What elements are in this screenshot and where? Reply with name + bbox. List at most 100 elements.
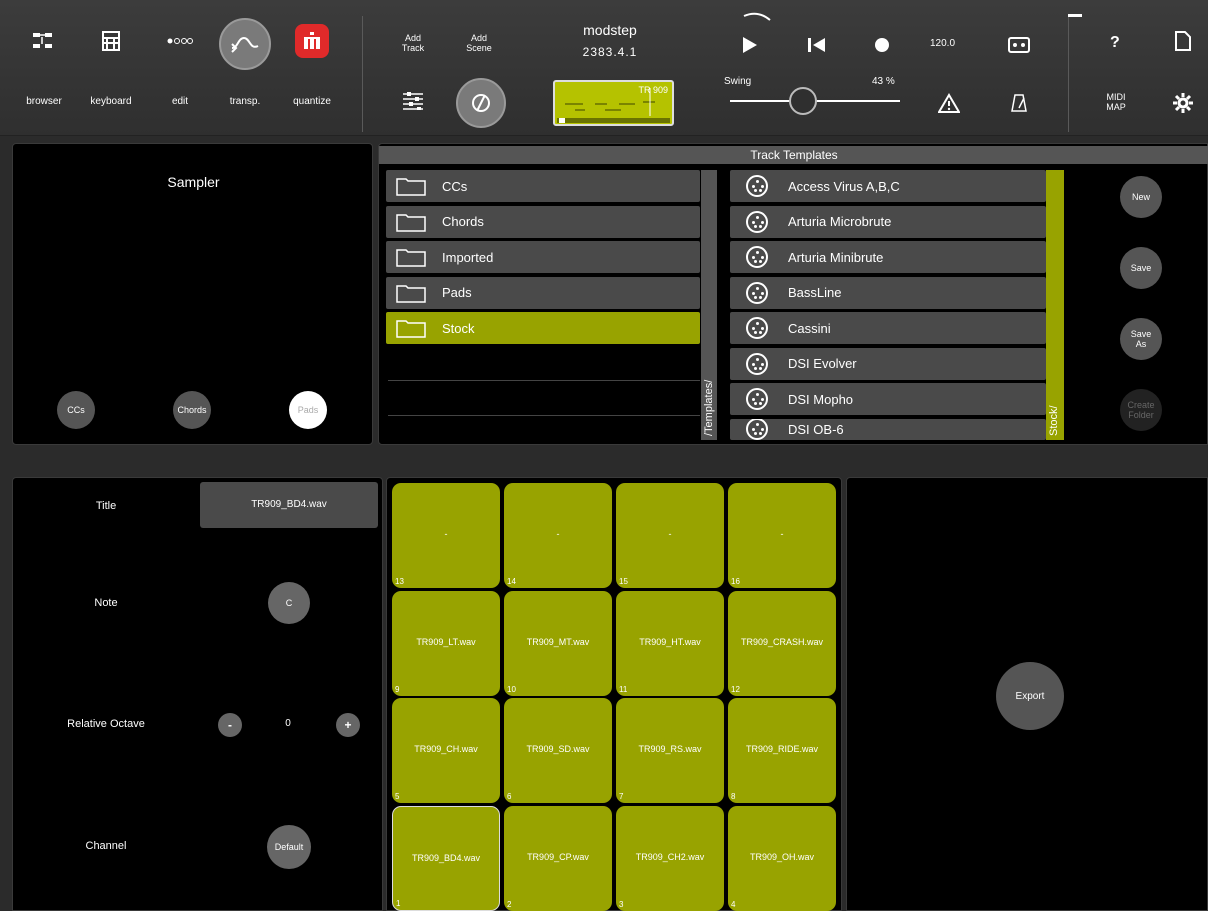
folder-label: Chords: [442, 214, 484, 229]
folder-row[interactable]: Stock: [386, 312, 700, 344]
template-row[interactable]: Arturia Minibrute: [730, 241, 1046, 273]
template-row[interactable]: Cassini: [730, 312, 1046, 344]
quantize-icon[interactable]: [295, 24, 329, 58]
new-template-button[interactable]: New: [1120, 176, 1162, 218]
pad-number: 5: [395, 792, 400, 801]
pad-label: TR909_HT.wav: [639, 636, 701, 647]
pad-13[interactable]: - 13: [392, 483, 500, 588]
gear-icon[interactable]: [1166, 86, 1200, 120]
pad-10[interactable]: TR909_MT.wav 10: [504, 590, 612, 696]
help-button[interactable]: ?: [1110, 34, 1120, 52]
template-row[interactable]: DSI Mopho: [730, 383, 1046, 415]
template-label: Arturia Minibrute: [788, 249, 884, 265]
template-row[interactable]: DSI OB-6: [730, 418, 1046, 440]
metronome-icon[interactable]: [1002, 86, 1036, 120]
nav-quantize-label[interactable]: quantize: [277, 96, 347, 107]
mode-pads-button[interactable]: Pads: [289, 391, 327, 429]
pad-4[interactable]: TR909_OH.wav 4: [728, 805, 836, 911]
template-row[interactable]: BassLine: [730, 276, 1046, 309]
transpose-icon[interactable]: [219, 18, 271, 70]
nav-keyboard-label[interactable]: keyboard: [76, 96, 146, 107]
nav-transp-label[interactable]: transp.: [210, 96, 280, 107]
clip-preview[interactable]: TR 909: [553, 80, 674, 126]
mode-chords-button[interactable]: Chords: [173, 391, 211, 429]
pad-label: TR909_RIDE.wav: [745, 744, 819, 754]
pad-label: -: [556, 529, 560, 539]
template-label: Access Virus A,B,C: [788, 178, 900, 194]
dots-icon[interactable]: [163, 24, 197, 58]
rewind-icon[interactable]: [800, 28, 834, 62]
pad-11[interactable]: TR909_HT.wav 11: [616, 590, 724, 696]
title-field[interactable]: TR909_BD4.wav: [200, 482, 378, 528]
pad-number: 15: [619, 577, 628, 586]
template-label: DSI Evolver: [788, 356, 857, 371]
template-row[interactable]: Arturia Microbrute: [730, 205, 1046, 238]
tape-icon[interactable]: [1002, 28, 1036, 62]
pad-number: 11: [619, 684, 628, 694]
template-label: BassLine: [788, 285, 842, 300]
nav-edit-label[interactable]: edit: [145, 96, 215, 107]
pad-14[interactable]: - 14: [504, 483, 612, 588]
add-scene-button[interactable]: Add Scene: [459, 33, 499, 53]
swing-slider[interactable]: [730, 87, 900, 115]
folder-row[interactable]: Imported: [386, 241, 700, 273]
pad-7[interactable]: TR909_RS.wav 7: [616, 698, 724, 803]
title-label: Title: [95, 500, 117, 512]
level-marker: [1068, 14, 1082, 17]
channel-button[interactable]: Default: [267, 825, 311, 869]
add-track-button[interactable]: Add Track: [393, 33, 433, 53]
folder-row[interactable]: Chords: [386, 205, 700, 238]
folder-icon: [396, 176, 426, 196]
octave-minus-button[interactable]: -: [218, 713, 242, 737]
octave-value: 0: [285, 718, 291, 729]
note-button[interactable]: C: [268, 582, 310, 624]
pad-label: TR909_MT.wav: [526, 636, 590, 647]
pad-number: 4: [731, 899, 736, 909]
swing-slider-thumb[interactable]: [789, 87, 818, 115]
divider: [388, 415, 700, 416]
template-label: DSI Mopho: [788, 391, 854, 407]
play-icon[interactable]: [733, 28, 767, 62]
browser-icon[interactable]: [27, 24, 61, 58]
folder-row[interactable]: Pads: [386, 276, 700, 309]
record-arm-icon[interactable]: [456, 78, 506, 128]
folder-icon: [396, 318, 426, 338]
pad-9[interactable]: TR909_LT.wav 9: [392, 590, 500, 696]
pad-12[interactable]: TR909_CRASH.wav 12: [728, 590, 836, 696]
save-template-button[interactable]: Save: [1120, 247, 1162, 289]
pad-2[interactable]: TR909_CP.wav 2: [504, 805, 612, 911]
keyboard-icon[interactable]: [94, 24, 128, 58]
pad-1[interactable]: TR909_BD4.wav 1: [392, 805, 500, 911]
folder-label: Stock: [442, 320, 475, 336]
pad-number: 10: [507, 684, 516, 694]
pad-3[interactable]: TR909_CH2.wav 3: [616, 805, 724, 911]
template-label: DSI OB-6: [788, 421, 844, 437]
template-row[interactable]: Access Virus A,B,C: [730, 170, 1046, 202]
pad-8[interactable]: TR909_RIDE.wav 8: [728, 698, 836, 803]
pad-number: 16: [731, 577, 740, 586]
app-title: modstep: [583, 22, 637, 38]
mixer-icon[interactable]: [396, 84, 430, 118]
tempo-display[interactable]: 120.0: [930, 38, 955, 49]
mode-ccs-button[interactable]: CCs: [57, 391, 95, 429]
pad-6[interactable]: TR909_SD.wav 6: [504, 698, 612, 803]
pad-label: TR909_RS.wav: [638, 744, 702, 754]
template-row[interactable]: DSI Evolver: [730, 347, 1046, 380]
octave-plus-button[interactable]: +: [336, 713, 360, 737]
folder-row[interactable]: CCs: [386, 170, 700, 202]
export-button[interactable]: Export: [996, 662, 1064, 730]
midi-map-button[interactable]: MIDI MAP: [1098, 92, 1134, 112]
new-document-icon[interactable]: [1166, 24, 1200, 58]
save-as-button[interactable]: Save As: [1120, 318, 1162, 360]
folder-path: /Templates/: [703, 379, 715, 436]
create-folder-button[interactable]: Create Folder: [1120, 389, 1162, 431]
warning-icon[interactable]: [932, 86, 966, 120]
pad-16[interactable]: - 16: [728, 483, 836, 588]
midi-icon: [746, 246, 768, 268]
nav-browser-label[interactable]: browser: [9, 96, 79, 107]
pad-label: TR909_LT.wav: [416, 636, 476, 647]
record-icon[interactable]: [865, 28, 899, 62]
pad-15[interactable]: - 15: [616, 483, 724, 588]
pad-number: 9: [395, 684, 400, 694]
pad-5[interactable]: TR909_CH.wav 5: [392, 698, 500, 803]
